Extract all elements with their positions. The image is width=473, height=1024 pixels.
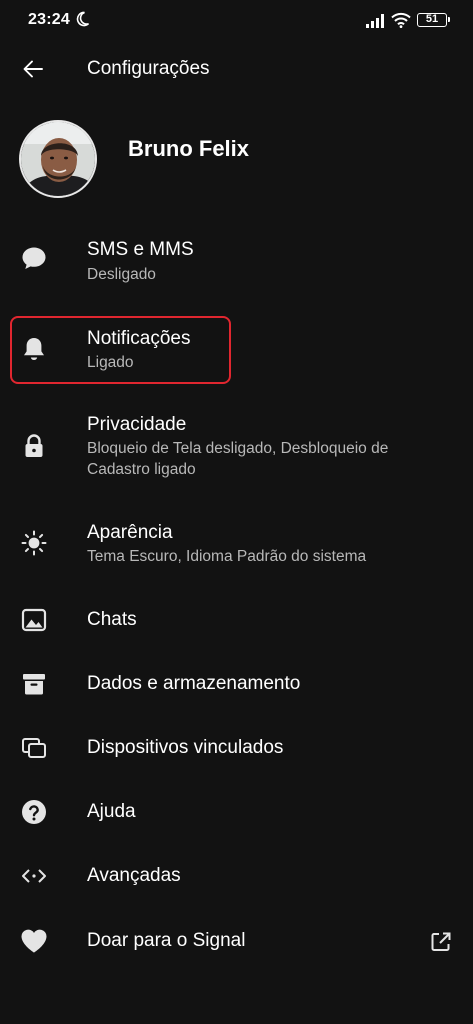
app-bar: Configurações [0, 40, 473, 96]
settings-item-donate[interactable]: Doar para o Signal [0, 912, 473, 970]
avatar-photo [21, 122, 95, 196]
settings-item-privacy[interactable]: Privacidade Bloqueio de Tela desligado, … [0, 404, 473, 494]
settings-item-appearance[interactable]: Aparência Tema Escuro, Idioma Padrão do … [0, 510, 473, 578]
settings-item-subtitle: Desligado [87, 266, 156, 283]
profile-row[interactable]: Bruno Felix [0, 114, 473, 204]
settings-item-title: Chats [87, 609, 137, 630]
settings-item-title: Avançadas [87, 865, 181, 886]
settings-item-help[interactable]: Ajuda [0, 784, 473, 840]
code-icon [18, 860, 50, 892]
settings-item-subtitle: Tema Escuro, Idioma Padrão do sistema [87, 548, 367, 565]
highlight-box [10, 316, 231, 384]
page-title: Configurações [87, 58, 210, 79]
settings-item-data-storage[interactable]: Dados e armazenamento [0, 656, 473, 712]
avatar[interactable] [19, 120, 97, 198]
battery-level: 51 [425, 13, 439, 25]
moon-icon [76, 11, 90, 27]
image-icon [18, 604, 50, 636]
settings-item-title: SMS e MMS [87, 239, 194, 260]
help-icon [18, 796, 50, 828]
wifi-icon [391, 12, 411, 28]
settings-item-linked-devices[interactable]: Dispositivos vinculados [0, 720, 473, 776]
settings-item-title: Dispositivos vinculados [87, 737, 284, 758]
settings-item-title: Ajuda [87, 801, 136, 822]
profile-name: Bruno Felix [128, 136, 250, 161]
signal-icon [366, 14, 384, 28]
settings-item-title: Dados e armazenamento [87, 673, 301, 694]
settings-item-chats[interactable]: Chats [0, 592, 473, 648]
lock-icon [18, 430, 50, 462]
heart-icon [18, 925, 50, 957]
settings-item-title: Doar para o Signal [87, 930, 246, 951]
archive-icon [18, 668, 50, 700]
devices-icon [18, 732, 50, 764]
external-link-icon[interactable] [426, 927, 456, 957]
status-bar: 23:24 51 [0, 0, 473, 40]
back-button[interactable] [16, 52, 50, 86]
settings-item-advanced[interactable]: Avançadas [0, 848, 473, 904]
battery-icon: 51 [417, 13, 450, 27]
status-time: 23:24 [28, 11, 70, 28]
sun-icon [18, 527, 50, 559]
settings-item-title: Aparência [87, 522, 173, 543]
arrow-left-icon [23, 60, 43, 78]
chat-bubble-icon [18, 242, 50, 274]
settings-item-subtitle: Bloqueio de Tela desligado, Desbloqueio … [87, 440, 389, 478]
settings-item-sms[interactable]: SMS e MMS Desligado [0, 226, 473, 292]
settings-item-title: Privacidade [87, 414, 187, 435]
